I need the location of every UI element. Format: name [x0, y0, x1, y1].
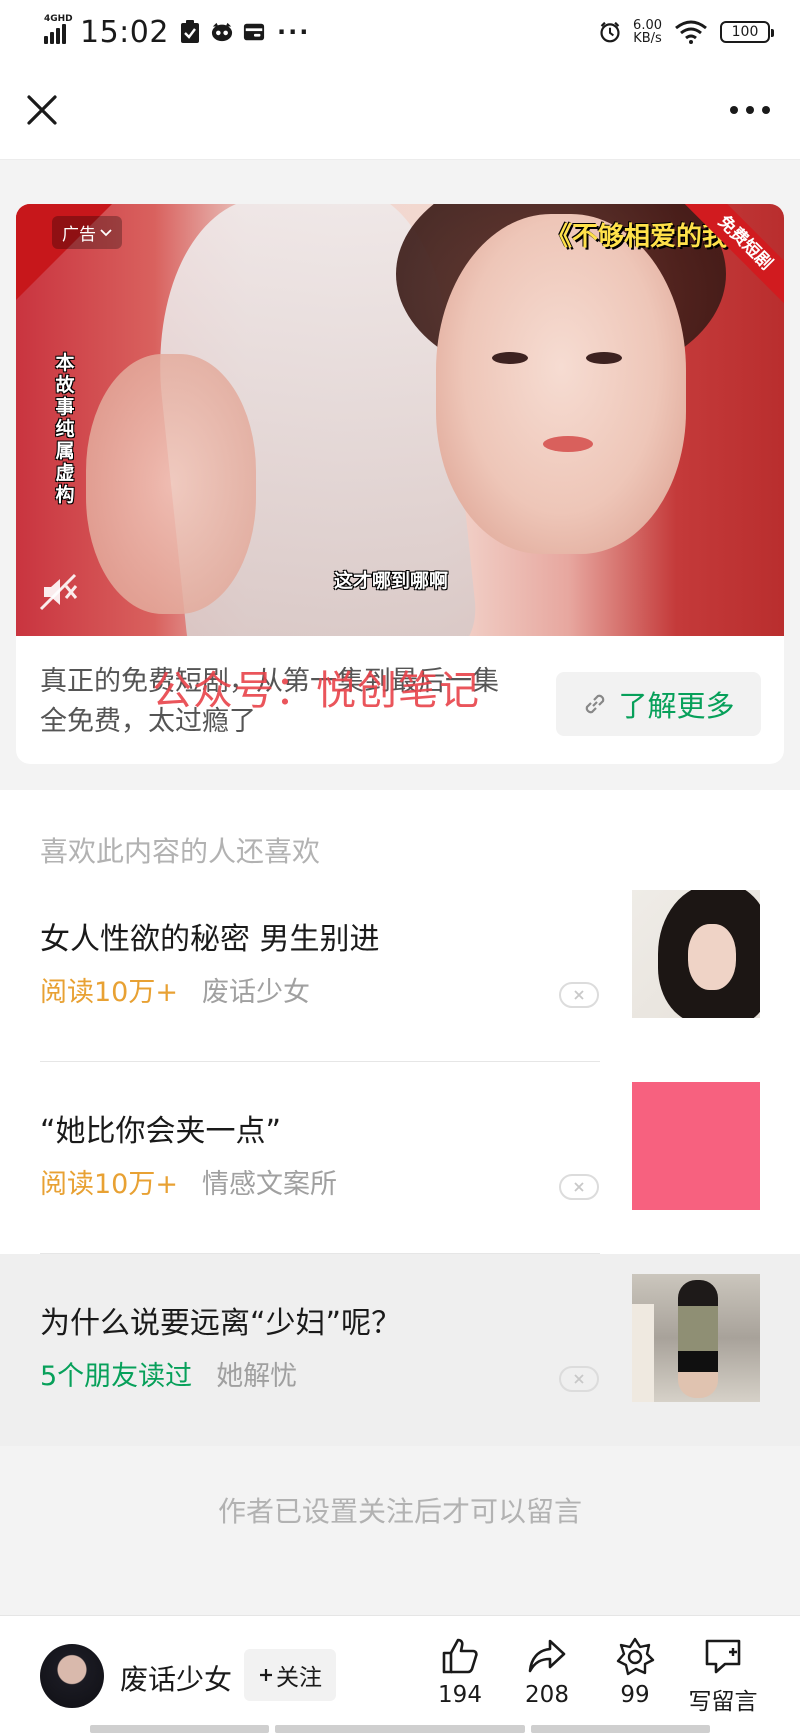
network-speed-unit: KB/s	[633, 31, 662, 46]
video-frame-lips	[543, 436, 593, 452]
recommendations-section: 喜欢此内容的人还喜欢 女人性欲的秘密 男生别进 阅读10万+ 废话少女 “她比你…	[0, 790, 800, 1446]
chevron-down-icon	[100, 228, 112, 236]
friends-read-count: 5个朋友读过	[40, 1361, 193, 1392]
status-right: 6.00 KB/s 100	[599, 19, 774, 45]
ad-badge[interactable]: 广告	[52, 216, 122, 249]
bottom-action-bar: 废话少女 关注 194 208 99 写留言	[0, 1615, 800, 1733]
signal-icon: 4GHD	[44, 14, 73, 44]
recommendation-author: 废话少女	[201, 977, 310, 1008]
close-button[interactable]	[24, 92, 60, 128]
learn-more-label: 了解更多	[618, 689, 735, 723]
recommendation-title: 为什么说要远离“少妇”呢？	[40, 1306, 402, 1341]
recommendation-author: 她解忧	[216, 1361, 298, 1392]
dismiss-button[interactable]	[559, 1366, 599, 1392]
gesture-bar	[90, 1725, 710, 1733]
wow-star-icon	[616, 1637, 655, 1676]
ad-card[interactable]: 广告 《不够相爱的我 免费短剧 本故事纯属虚构 这才哪到哪啊 真正的免费短剧，从…	[16, 204, 784, 764]
more-options-button[interactable]	[730, 104, 770, 116]
thumbnail-figure	[678, 1280, 718, 1398]
account-name[interactable]: 废话少女	[120, 1658, 232, 1698]
wow-count: 99	[620, 1682, 650, 1708]
recommendation-meta: 阅读10万+ 废话少女	[40, 970, 310, 1009]
close-icon	[574, 990, 584, 1000]
video-subtitle: 这才哪到哪啊	[334, 570, 449, 592]
close-icon	[27, 95, 57, 125]
comments-restricted-note: 作者已设置关注后才可以留言	[217, 1495, 582, 1528]
video-frame-eye	[586, 352, 622, 364]
recommendation-title: 女人性欲的秘密 男生别进	[40, 922, 380, 957]
more-dot	[746, 106, 754, 114]
write-comment-label: 写留言	[688, 1689, 758, 1715]
dismiss-button[interactable]	[559, 982, 599, 1008]
plus-icon	[260, 1669, 272, 1681]
ad-video[interactable]: 广告 《不够相爱的我 免费短剧 本故事纯属虚构 这才哪到哪啊	[16, 204, 784, 636]
recommendation-item[interactable]: “她比你会夹一点” 阅读10万+ 情感文案所	[0, 1062, 800, 1254]
recommendation-thumbnail[interactable]	[632, 1274, 760, 1402]
status-time: 15:02	[80, 14, 169, 50]
ad-badge-label: 广告	[62, 225, 96, 245]
close-icon	[574, 1374, 584, 1384]
recommendation-thumbnail[interactable]	[632, 1082, 760, 1210]
article-top-bar	[0, 64, 800, 160]
more-dot	[762, 106, 770, 114]
recommendations-header: 喜欢此内容的人还喜欢	[40, 835, 321, 868]
wow-button[interactable]: 99	[590, 1636, 680, 1708]
mute-icon	[39, 573, 78, 611]
share-button[interactable]: 208	[502, 1636, 592, 1708]
fiction-notice: 本故事纯属虚构	[55, 352, 75, 506]
read-count: 阅读10万+	[40, 977, 178, 1008]
alarm-icon	[599, 21, 621, 43]
video-frame-face	[436, 214, 686, 554]
avatar[interactable]	[40, 1644, 104, 1708]
status-left: 4GHD 15:02 ···	[44, 14, 311, 50]
video-frame-hand	[86, 354, 256, 614]
like-button[interactable]: 194	[415, 1636, 505, 1708]
link-icon	[586, 694, 605, 714]
follow-button[interactable]: 关注	[244, 1649, 336, 1701]
app-mascot-icon	[211, 21, 233, 43]
recommendation-thumbnail[interactable]	[632, 890, 760, 1018]
task-clipboard-icon	[179, 20, 201, 43]
mute-button[interactable]	[38, 572, 78, 612]
battery-indicator: 100	[720, 21, 774, 43]
thumbnail-background	[632, 1304, 654, 1402]
status-bar: 4GHD 15:02 ··· 6.00 KB/s 100	[0, 0, 800, 64]
learn-more-button[interactable]: 了解更多	[556, 672, 761, 736]
like-count: 194	[438, 1682, 482, 1708]
recommendation-meta: 阅读10万+ 情感文案所	[40, 1162, 337, 1201]
share-count: 208	[525, 1682, 569, 1708]
more-dot	[730, 106, 738, 114]
read-count: 阅读10万+	[40, 1169, 178, 1200]
wifi-icon	[674, 20, 708, 44]
follow-label: 关注	[276, 1665, 322, 1691]
video-frame-eye	[492, 352, 528, 364]
network-type: 4GHD	[44, 14, 73, 24]
card-icon	[243, 21, 265, 43]
recommendation-title: “她比你会夹一点”	[40, 1114, 282, 1149]
recommendation-item[interactable]: 为什么说要远离“少妇”呢？ 5个朋友读过 她解忧	[0, 1254, 800, 1446]
more-notifications: ···	[276, 18, 311, 46]
network-speed: 6.00 KB/s	[633, 19, 662, 45]
recommendation-author: 情感文案所	[201, 1169, 337, 1200]
share-icon	[528, 1639, 566, 1673]
close-icon	[574, 1182, 584, 1192]
recommendation-meta: 5个朋友读过 她解忧	[40, 1354, 297, 1393]
write-comment-button[interactable]: 写留言	[678, 1636, 768, 1716]
dismiss-button[interactable]	[559, 1174, 599, 1200]
thumbnail-face	[688, 924, 736, 990]
thumbs-up-icon	[442, 1638, 478, 1674]
ad-video-title: 《不够相爱的我	[545, 222, 728, 252]
comment-icon	[705, 1639, 741, 1674]
recommendation-item[interactable]: 女人性欲的秘密 男生别进 阅读10万+ 废话少女	[0, 870, 800, 1062]
watermark-text: 公众号：悦创笔记	[152, 668, 480, 714]
ad-footer: 真正的免费短剧，从第一集到最后一集全免费，太过瘾了 公众号：悦创笔记 了解更多	[16, 636, 784, 764]
